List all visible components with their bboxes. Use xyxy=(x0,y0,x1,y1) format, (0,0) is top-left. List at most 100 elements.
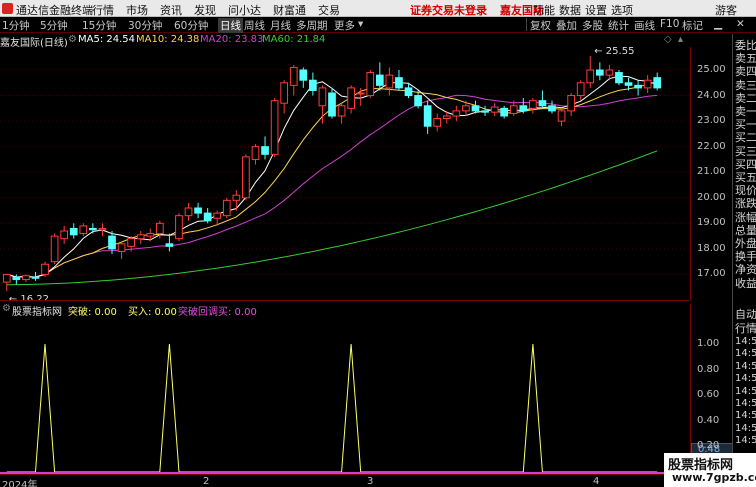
menu-options[interactable]: 选项 xyxy=(611,2,633,18)
period-15min[interactable]: 15分钟 xyxy=(82,18,116,33)
login-status[interactable]: 证券交易未登录 xyxy=(410,2,487,18)
app-logo-icon xyxy=(2,3,13,14)
tick-time: 14:56 xyxy=(735,398,756,409)
menu-functions[interactable]: 功能 xyxy=(533,2,555,18)
indicator-axis: 0.48 1.000.800.600.400.200.00 xyxy=(690,304,733,477)
candle xyxy=(395,70,403,91)
tool-overlay[interactable]: 叠加 xyxy=(556,18,577,33)
candle xyxy=(433,113,442,132)
quote-label: 收益 xyxy=(735,276,756,290)
candle xyxy=(471,100,480,114)
ma5-value: MA5: 24.54 xyxy=(78,34,136,45)
candle xyxy=(481,105,489,116)
price-tick-label: 18.00 xyxy=(697,242,726,254)
settings-gear-icon[interactable]: ⚙ xyxy=(68,34,77,45)
price-axis: 25.00 24.00 23.00 22.00 21.00 20.00 19.00 18.00… xyxy=(690,47,732,300)
candle xyxy=(165,233,174,252)
candle xyxy=(557,108,566,127)
price-tick-label: 22.00 xyxy=(697,140,726,152)
candle xyxy=(79,223,88,237)
candle xyxy=(60,225,69,244)
tick-mode-label[interactable]: 行情 xyxy=(735,320,756,336)
candle xyxy=(500,105,509,119)
menu-data[interactable]: 数据 xyxy=(559,2,581,18)
tool-adjust[interactable]: 复权 xyxy=(530,18,551,33)
tick-time: 14:56 xyxy=(735,348,756,360)
candle xyxy=(280,80,289,114)
tool-stats[interactable]: 统计 xyxy=(608,18,629,33)
period-monthly[interactable]: 月线 xyxy=(270,18,291,33)
period-5min[interactable]: 5分钟 xyxy=(40,18,68,33)
ma60-line xyxy=(6,150,658,286)
menu-settings[interactable]: 设置 xyxy=(585,2,607,18)
candle xyxy=(98,223,107,237)
period-daily[interactable]: 日线 xyxy=(218,18,243,33)
date-label-year: 2024年 xyxy=(2,480,38,487)
period-multi[interactable]: 多周期 xyxy=(296,18,328,33)
candle xyxy=(452,105,461,122)
tool-mark[interactable]: 标记 xyxy=(682,18,703,33)
candle xyxy=(366,70,375,99)
candle xyxy=(586,55,595,88)
price-tick-label: 20.00 xyxy=(697,191,726,203)
candle xyxy=(50,233,59,265)
ma-legend: 嘉友国际(日线) ⚙ MA5: 24.54 MA10: 24.38 MA20: … xyxy=(0,34,690,49)
price-tick-label: 24.00 xyxy=(697,89,726,101)
period-60min[interactable]: 60分钟 xyxy=(174,18,208,33)
tick-time: 14:56 xyxy=(735,410,756,422)
candle xyxy=(251,144,260,165)
tool-multi-stock[interactable]: 多股 xyxy=(582,18,603,33)
watermark: 股票指标网 www.7gpzb.com xyxy=(664,453,756,487)
date-label-mar: 3 xyxy=(367,476,374,487)
ma60-value: MA60: 21.84 xyxy=(262,34,326,45)
date-label-feb: 2 xyxy=(203,476,210,487)
period-weekly[interactable]: 周线 xyxy=(244,18,265,33)
candle xyxy=(653,72,662,91)
menu-news[interactable]: 资讯 xyxy=(160,2,182,18)
indicator-chart[interactable] xyxy=(0,316,690,474)
tick-time: 14:56 xyxy=(735,373,756,385)
price-tick-label: 21.00 xyxy=(697,166,726,178)
menu-assistant[interactable]: 问小达 xyxy=(228,2,261,18)
candle xyxy=(89,223,97,234)
candle xyxy=(222,197,231,219)
price-tick-label: 19.00 xyxy=(697,217,726,229)
guest-login[interactable]: 游客 xyxy=(715,2,737,18)
more-dropdown-icon[interactable]: ▾ xyxy=(358,18,363,30)
period-1min[interactable]: 1分钟 xyxy=(2,18,30,33)
menu-bar: 通达信金融终端 行情 市场 资讯 发现 问小达 财富通 交易 证券交易未登录 嘉… xyxy=(0,0,756,17)
tick-time: 14:56 xyxy=(735,385,756,397)
app-title: 通达信金融终端 xyxy=(16,4,93,17)
menu-trade[interactable]: 交易 xyxy=(318,2,340,18)
period-30min[interactable]: 30分钟 xyxy=(128,18,162,33)
panel-up-icon[interactable]: ◇ xyxy=(664,34,672,45)
candle xyxy=(2,273,11,292)
panel-divider[interactable] xyxy=(0,300,690,301)
menu-wealth[interactable]: 财富通 xyxy=(273,2,306,18)
minimize-icon[interactable]: ▁ xyxy=(714,18,722,30)
tool-draw[interactable]: 画线 xyxy=(634,18,655,33)
period-more[interactable]: 更多 xyxy=(334,18,355,33)
candle xyxy=(328,87,336,119)
tool-f10[interactable]: F10 xyxy=(660,18,679,30)
candle xyxy=(136,231,145,244)
tick-time: 14:56 xyxy=(735,435,756,447)
candle xyxy=(184,202,193,221)
ma10-value: MA10: 24.38 xyxy=(136,34,200,45)
candle xyxy=(576,80,585,101)
close-icon[interactable]: ✕ xyxy=(736,18,745,30)
date-axis: 2024年 2 3 4 xyxy=(0,474,690,487)
panel-menu-icon[interactable]: ▴ xyxy=(678,34,683,45)
menu-market-quote[interactable]: 行情 xyxy=(92,2,114,18)
candle xyxy=(375,62,384,91)
indicator-legend: ⚙ 股票指标网 突破: 0.00 买入: 0.00 突破回调买: 0.00 xyxy=(0,303,690,318)
price-tick-label: 17.00 xyxy=(697,268,726,280)
candle xyxy=(69,223,78,239)
price-chart-panel[interactable]: ← 25.55 ← 16.22 xyxy=(0,47,690,300)
menu-market[interactable]: 市场 xyxy=(126,2,148,18)
menu-discover[interactable]: 发现 xyxy=(194,2,216,18)
indicator-panel[interactable] xyxy=(0,316,690,474)
indicator-gear-icon[interactable]: ⚙ xyxy=(2,303,11,314)
candle xyxy=(232,190,241,211)
candlestick-chart[interactable]: ← 25.55← 16.22 xyxy=(0,47,690,300)
